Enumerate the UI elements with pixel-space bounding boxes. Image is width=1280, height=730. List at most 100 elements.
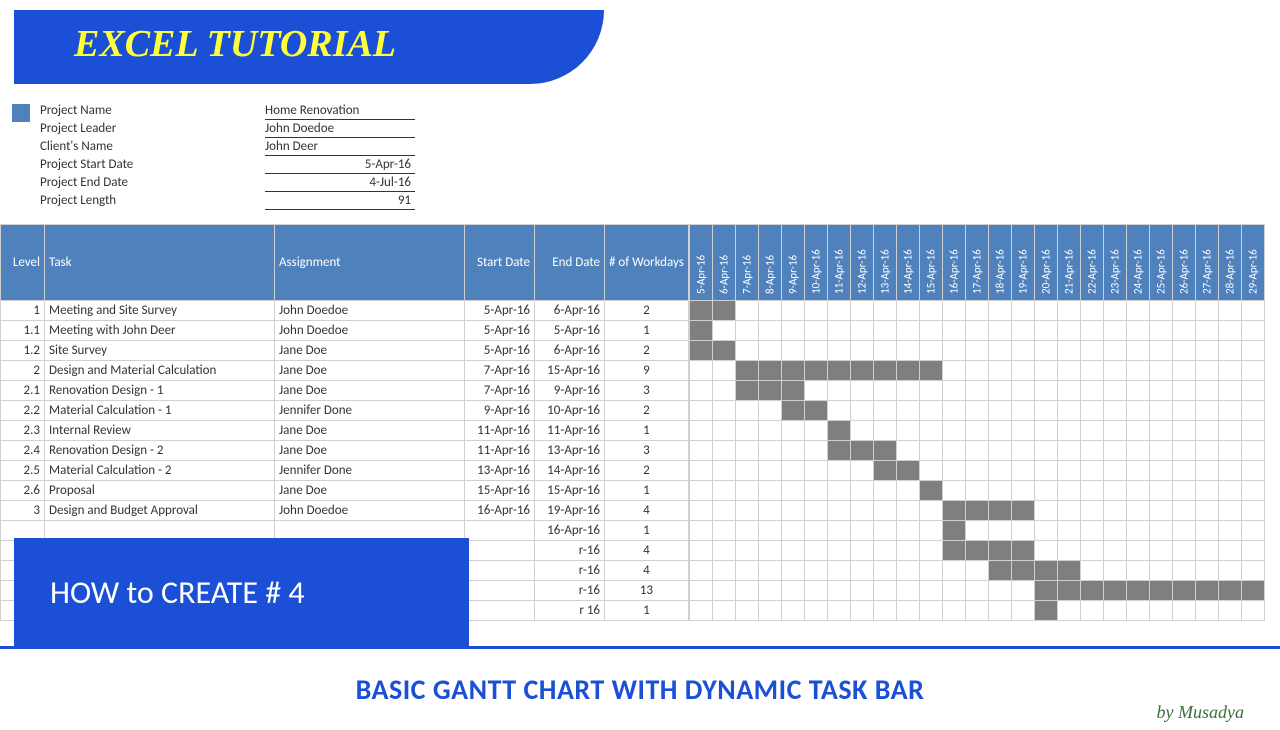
gantt-cell[interactable] — [873, 481, 896, 501]
gantt-cell[interactable] — [781, 581, 804, 601]
gantt-cell[interactable] — [712, 321, 735, 341]
gantt-cell[interactable] — [781, 521, 804, 541]
gantt-cell[interactable] — [1218, 361, 1241, 381]
cell[interactable]: Design and Budget Approval — [45, 501, 275, 521]
gantt-cell[interactable] — [1011, 481, 1034, 501]
date-header[interactable]: 13-Apr-16 — [873, 225, 896, 301]
gantt-cell[interactable] — [850, 481, 873, 501]
cell[interactable]: Jane Doe — [275, 421, 465, 441]
gantt-cell[interactable] — [735, 341, 758, 361]
gantt-cell[interactable] — [1057, 561, 1080, 581]
gantt-cell[interactable] — [827, 341, 850, 361]
gantt-cell[interactable] — [919, 501, 942, 521]
gantt-cell[interactable] — [988, 301, 1011, 321]
gantt-cell[interactable] — [1218, 521, 1241, 541]
gantt-cell[interactable] — [1149, 561, 1172, 581]
gantt-cell[interactable] — [850, 501, 873, 521]
gantt-cell[interactable] — [758, 441, 781, 461]
gantt-cell[interactable] — [1172, 401, 1195, 421]
gantt-cell[interactable] — [1172, 501, 1195, 521]
gantt-cell[interactable] — [1126, 541, 1149, 561]
gantt-cell[interactable] — [1034, 321, 1057, 341]
task-row[interactable]: 1Meeting and Site SurveyJohn Doedoe5-Apr… — [1, 301, 689, 321]
gantt-cell[interactable] — [1034, 441, 1057, 461]
cell[interactable]: 16-Apr-16 — [535, 521, 605, 541]
gantt-cell[interactable] — [919, 461, 942, 481]
cell[interactable]: r-16 — [535, 541, 605, 561]
gantt-cell[interactable] — [1103, 561, 1126, 581]
gantt-cell[interactable] — [735, 441, 758, 461]
gantt-cell[interactable] — [735, 581, 758, 601]
gantt-cell[interactable] — [1034, 581, 1057, 601]
gantt-cell[interactable] — [850, 381, 873, 401]
gantt-cell[interactable] — [988, 601, 1011, 621]
gantt-cell[interactable] — [1172, 561, 1195, 581]
gantt-cell[interactable] — [758, 381, 781, 401]
gantt-cell[interactable] — [850, 301, 873, 321]
gantt-cell[interactable] — [712, 461, 735, 481]
gantt-cell[interactable] — [1011, 581, 1034, 601]
gantt-cell[interactable] — [689, 321, 712, 341]
gantt-cell[interactable] — [873, 581, 896, 601]
gantt-cell[interactable] — [1057, 421, 1080, 441]
cell[interactable]: 1 — [605, 421, 689, 441]
gantt-cell[interactable] — [988, 461, 1011, 481]
gantt-cell[interactable] — [804, 361, 827, 381]
gantt-cell[interactable] — [965, 421, 988, 441]
cell[interactable]: Jane Doe — [275, 381, 465, 401]
gantt-cell[interactable] — [758, 601, 781, 621]
cell[interactable] — [465, 601, 535, 621]
cell[interactable]: John Doedoe — [275, 301, 465, 321]
gantt-cell[interactable] — [1149, 441, 1172, 461]
gantt-cell[interactable] — [1034, 501, 1057, 521]
cell[interactable]: 15-Apr-16 — [535, 481, 605, 501]
gantt-cell[interactable] — [1057, 501, 1080, 521]
gantt-cell[interactable] — [1126, 581, 1149, 601]
gantt-cell[interactable] — [781, 381, 804, 401]
col-task[interactable]: Task — [45, 225, 275, 301]
gantt-cell[interactable] — [965, 341, 988, 361]
cell[interactable]: Proposal — [45, 481, 275, 501]
gantt-cell[interactable] — [919, 521, 942, 541]
gantt-cell[interactable] — [827, 361, 850, 381]
gantt-cell[interactable] — [1195, 541, 1218, 561]
gantt-cell[interactable] — [1034, 481, 1057, 501]
gantt-cell[interactable] — [1057, 441, 1080, 461]
gantt-cell[interactable] — [965, 441, 988, 461]
cell[interactable]: Jane Doe — [275, 441, 465, 461]
gantt-cell[interactable] — [758, 501, 781, 521]
task-row[interactable]: 2.3Internal ReviewJane Doe11-Apr-1611-Ap… — [1, 421, 689, 441]
info-value[interactable]: John Deer — [265, 138, 415, 156]
gantt-cell[interactable] — [1195, 361, 1218, 381]
gantt-cell[interactable] — [1034, 301, 1057, 321]
gantt-cell[interactable] — [735, 401, 758, 421]
gantt-cell[interactable] — [712, 501, 735, 521]
gantt-cell[interactable] — [1103, 381, 1126, 401]
gantt-cell[interactable] — [1241, 321, 1264, 341]
cell[interactable]: 10-Apr-16 — [535, 401, 605, 421]
cell[interactable]: 4 — [605, 561, 689, 581]
gantt-cell[interactable] — [758, 461, 781, 481]
cell[interactable]: 15-Apr-16 — [465, 481, 535, 501]
gantt-cell[interactable] — [873, 521, 896, 541]
gantt-cell[interactable] — [1103, 501, 1126, 521]
gantt-cell[interactable] — [1103, 521, 1126, 541]
gantt-cell[interactable] — [1195, 341, 1218, 361]
cell[interactable]: Jennifer Done — [275, 401, 465, 421]
gantt-cell[interactable] — [1241, 501, 1264, 521]
date-header[interactable]: 28-Apr-16 — [1218, 225, 1241, 301]
gantt-cell[interactable] — [1195, 561, 1218, 581]
cell[interactable] — [465, 541, 535, 561]
gantt-cell[interactable] — [919, 441, 942, 461]
cell[interactable]: 4 — [605, 501, 689, 521]
gantt-cell[interactable] — [965, 601, 988, 621]
gantt-cell[interactable] — [1126, 561, 1149, 581]
gantt-cell[interactable] — [1149, 301, 1172, 321]
gantt-cell[interactable] — [1218, 421, 1241, 441]
cell[interactable]: 7-Apr-16 — [465, 361, 535, 381]
gantt-cell[interactable] — [1103, 301, 1126, 321]
gantt-cell[interactable] — [712, 381, 735, 401]
cell[interactable]: 2 — [605, 301, 689, 321]
gantt-cell[interactable] — [1103, 601, 1126, 621]
gantt-cell[interactable] — [827, 301, 850, 321]
